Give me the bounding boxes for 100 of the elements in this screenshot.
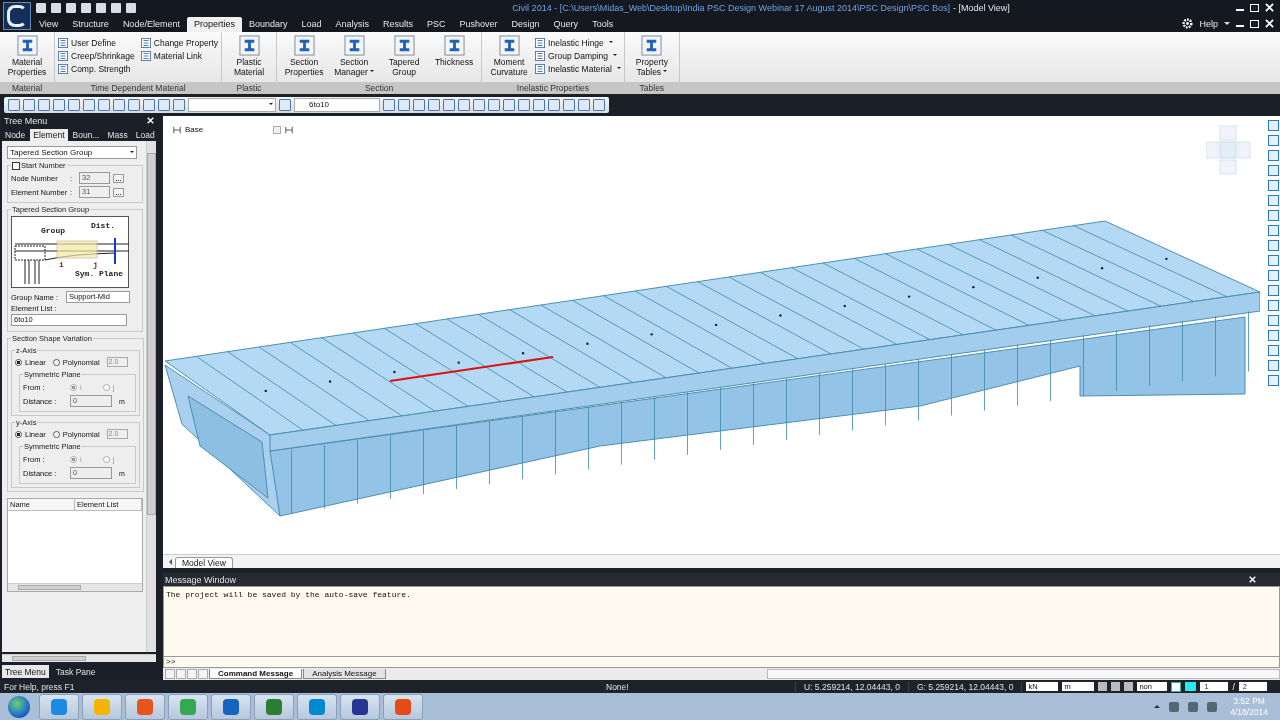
toolbar-icon[interactable] [38,98,50,111]
view-tool-icon[interactable] [1267,165,1279,176]
gear-icon[interactable] [1182,18,1194,29]
radio-button[interactable] [70,455,77,463]
toolbar-icon[interactable] [428,98,440,111]
view-tool-icon[interactable] [1267,180,1279,191]
close-icon[interactable] [1265,19,1274,28]
story-icon[interactable] [173,125,181,134]
ribbon-button[interactable]: Inelastic Material [535,62,621,75]
toolbar-icon[interactable] [473,98,485,111]
menu-tab[interactable]: Load [294,17,329,32]
close-icon[interactable] [147,117,154,124]
toolbar-icon[interactable] [83,98,95,111]
toolbar-icon[interactable] [143,98,155,111]
app-logo-icon[interactable] [3,2,31,30]
toolbar-icon[interactable] [578,98,590,111]
radio-button[interactable] [52,430,60,438]
toolbar-icon[interactable] [23,98,35,111]
toolbar-icon[interactable] [98,98,110,111]
help-menu[interactable]: Help [1199,18,1218,29]
toolbar-icon[interactable] [563,98,575,111]
selection-combo[interactable] [188,97,276,112]
quick-access-icon[interactable] [126,2,136,13]
ribbon-button[interactable]: Moment Curvature [485,34,534,78]
scrollbar[interactable] [766,669,1280,679]
menu-tab[interactable]: Analysis [328,17,377,32]
toolbar-icon[interactable] [279,98,291,111]
flag-icon[interactable] [1169,701,1180,712]
view-tool-icon[interactable] [1267,195,1279,206]
color-swatch[interactable] [1185,682,1197,691]
scrollbar[interactable] [2,654,156,662]
view-tool-icon[interactable] [1267,210,1279,221]
ribbon-button[interactable]: Change Property [140,36,219,49]
panel-tab[interactable]: Load [132,129,158,141]
ribbon-button[interactable]: Creep/Shrinkage [58,49,135,62]
view-tool-icon[interactable] [1267,240,1279,251]
toolbar-icon[interactable] [158,98,170,111]
view-tool-icon[interactable] [1267,345,1279,356]
menu-tab[interactable]: View [32,17,66,32]
view-tool-icon[interactable] [1267,255,1279,266]
bridge-model-drawing[interactable] [164,220,1260,517]
quick-access-icon[interactable] [51,2,61,13]
panel-tab[interactable]: Node [2,129,29,141]
speaker-icon[interactable] [1207,701,1218,712]
view-tool-icon[interactable] [1267,375,1279,386]
ribbon-button[interactable]: Section Manager [330,34,379,78]
browse-button[interactable] [113,173,124,183]
view-tool-icon[interactable] [1267,300,1279,311]
toolbar-icon[interactable] [53,98,65,111]
toolbar-icon[interactable] [68,98,80,111]
command-input[interactable]: >> [163,657,1280,668]
toolbar-icon[interactable] [488,98,500,111]
view-tool-icon[interactable] [1267,150,1279,161]
toolbar-icon[interactable] [128,98,140,111]
view-tool-icon[interactable] [1267,135,1279,146]
menu-tab[interactable]: Results [376,17,421,32]
toolbar-icon[interactable] [113,98,125,111]
toolbar-icon[interactable] [458,98,470,111]
view-tool-icon[interactable] [1267,120,1279,131]
toolbar-icon[interactable] [518,98,530,111]
taskbar-app-button[interactable] [254,693,294,720]
ribbon-button[interactable]: Tapered Group [380,34,429,78]
menu-tab[interactable]: Structure [65,17,116,32]
quick-access-icon[interactable] [96,2,106,13]
ribbon-button[interactable]: User Define [58,36,135,49]
ribbon-button[interactable]: Comp. Strength [58,62,135,75]
message-tab[interactable]: Command Message [209,669,303,679]
radio-button[interactable] [70,383,77,391]
story-icon[interactable] [285,125,293,134]
function-dropdown[interactable]: Tapered Section Group [7,146,137,159]
view-tool-icon[interactable] [1267,285,1279,296]
taskbar-app-button[interactable] [340,693,380,720]
panel-tab[interactable]: Boun... [69,129,103,141]
ribbon-button[interactable]: Property Tables [627,34,676,78]
menu-tab[interactable]: Boundary [241,17,295,32]
message-tab[interactable]: Analysis Message [303,669,386,679]
checkbox[interactable] [12,161,20,170]
help-icon[interactable] [1171,681,1182,692]
toolbar-icon[interactable] [443,98,455,111]
toolbar-icon[interactable] [383,98,395,111]
quick-access-icon[interactable] [36,2,46,13]
story-dropdown[interactable]: Base [185,125,269,134]
browse-button[interactable] [113,187,124,197]
panel-tab[interactable]: Mass [104,129,131,141]
ribbon-button[interactable]: Material Properties [3,34,51,78]
panel-tab[interactable]: Task Pane [52,665,99,678]
toolbar-icon[interactable] [398,98,410,111]
panel-tab[interactable]: Element [30,129,68,141]
menu-tab[interactable]: Query [546,17,586,32]
toolbar-icon[interactable] [548,98,560,111]
menu-tab[interactable]: Tools [585,17,621,32]
close-icon[interactable] [1265,3,1274,12]
toolbar-icon[interactable] [413,98,425,111]
radio-button[interactable] [15,358,22,366]
scrollbar[interactable] [146,141,156,652]
menu-tab[interactable]: PSC [420,17,453,32]
ribbon-button[interactable]: Plastic Material [225,34,274,78]
ribbon-button[interactable]: Group Damping [535,49,621,62]
toolbar-icon[interactable] [8,98,20,111]
toolbar-icon[interactable] [593,98,605,111]
